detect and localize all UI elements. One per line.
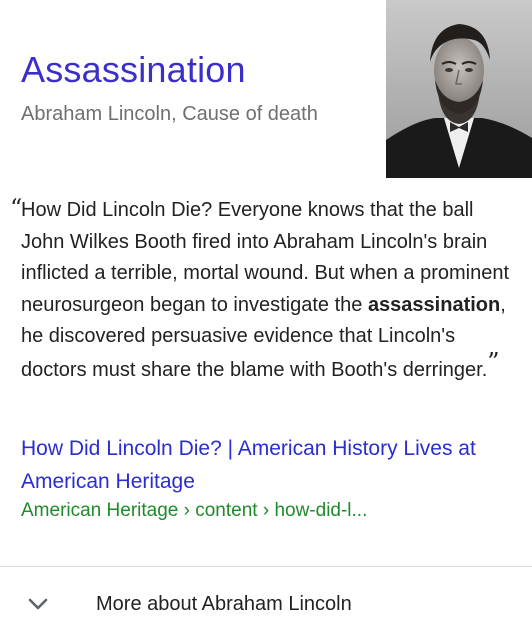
chevron-down-icon bbox=[28, 598, 48, 610]
featured-snippet-quote: “How Did Lincoln Die? Everyone knows tha… bbox=[10, 194, 511, 386]
close-quote-mark: ” bbox=[487, 347, 500, 376]
source-url-breadcrumb[interactable]: American Heritage › content › how-did-l.… bbox=[21, 500, 367, 522]
entity-answer-title[interactable]: Assassination bbox=[21, 49, 246, 91]
lincoln-portrait-image[interactable] bbox=[386, 0, 532, 178]
more-about-label: More about Abraham Lincoln bbox=[96, 593, 352, 615]
source-result-link[interactable]: How Did Lincoln Die? | American History … bbox=[21, 432, 516, 498]
more-about-button[interactable]: More about Abraham Lincoln bbox=[0, 567, 532, 637]
quote-highlight: assassination bbox=[367, 293, 501, 316]
knowledge-header: Assassination Abraham Lincoln, Cause of … bbox=[0, 0, 532, 180]
open-quote-mark: “ bbox=[10, 194, 23, 222]
entity-answer-subtitle: Abraham Lincoln, Cause of death bbox=[21, 103, 318, 125]
portrait-svg bbox=[386, 0, 532, 178]
